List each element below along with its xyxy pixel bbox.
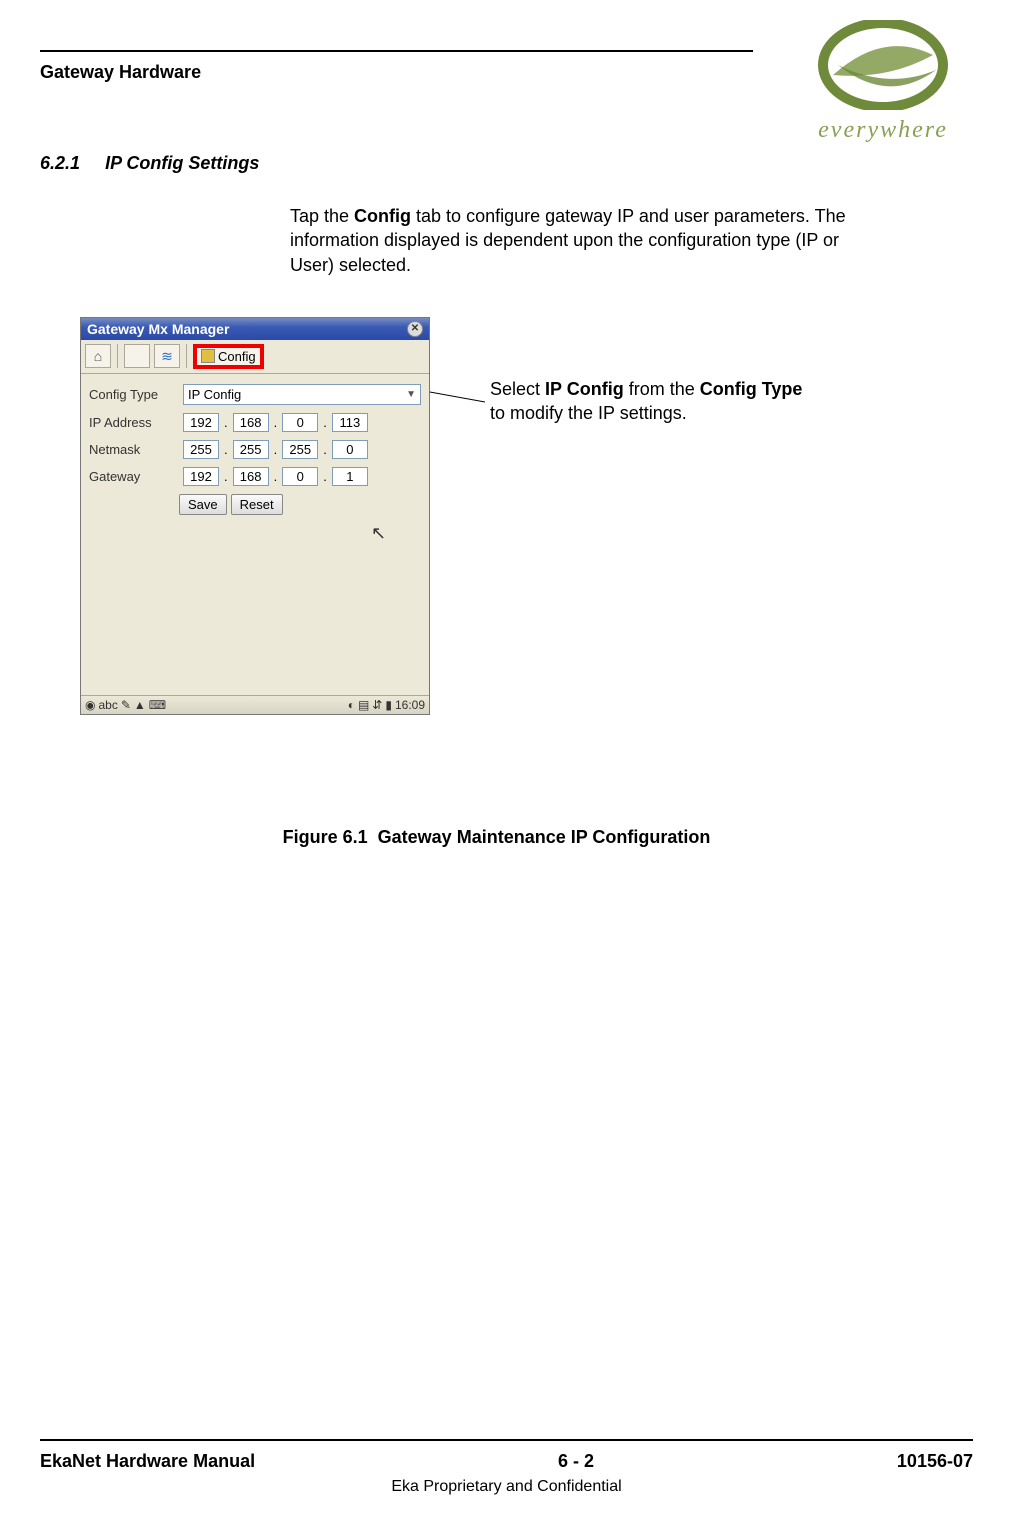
netmask-octet-3[interactable]: 255: [282, 440, 318, 459]
footer-doc-title: EkaNet Hardware Manual: [40, 1451, 255, 1472]
figure-label: Figure 6.1: [283, 827, 368, 847]
intro-paragraph: Tap the Config tab to configure gateway …: [290, 204, 873, 277]
chevron-down-icon: ▼: [406, 389, 416, 400]
app-window: Gateway Mx Manager ✕ ⌂ ≋ Config Config T…: [80, 317, 430, 715]
cursor-icon: ↖: [371, 523, 386, 544]
figure-area: Gateway Mx Manager ✕ ⌂ ≋ Config Config T…: [40, 317, 953, 817]
config-tab[interactable]: Config: [193, 344, 264, 369]
toolbar-separator: [117, 344, 118, 368]
gw-octet-3[interactable]: 0: [282, 467, 318, 486]
toolbar-home-button[interactable]: ⌂: [85, 344, 111, 368]
ip-octet-4[interactable]: 113: [332, 413, 368, 432]
footer-confidential: Eka Proprietary and Confidential: [40, 1478, 973, 1496]
figure-title: Gateway Maintenance IP Configuration: [378, 827, 711, 847]
callout-text: Select IP Config from the Config Type to…: [490, 377, 940, 426]
footer-doc-id: 10156-07: [897, 1451, 973, 1472]
gateway-label: Gateway: [89, 469, 179, 484]
config-type-value: IP Config: [188, 387, 241, 402]
save-button[interactable]: Save: [179, 494, 227, 515]
start-icon[interactable]: ◉: [85, 698, 95, 712]
wifi-icon[interactable]: ≋: [154, 344, 180, 368]
pen-icon[interactable]: ✎: [121, 698, 131, 712]
page-footer: EkaNet Hardware Manual 6 - 2 10156-07 Ek…: [40, 1439, 973, 1496]
gw-octet-1[interactable]: 192: [183, 467, 219, 486]
logo-swirl-icon: [818, 20, 948, 110]
ip-octet-3[interactable]: 0: [282, 413, 318, 432]
titlebar: Gateway Mx Manager ✕: [81, 318, 429, 340]
footer-page-number: 6 - 2: [558, 1451, 594, 1472]
netmask-octet-1[interactable]: 255: [183, 440, 219, 459]
window-title: Gateway Mx Manager: [87, 321, 229, 337]
config-type-label: Config Type: [89, 387, 179, 402]
reset-button[interactable]: Reset: [231, 494, 283, 515]
keyboard-icon[interactable]: ⌨: [149, 698, 166, 712]
close-icon[interactable]: ✕: [407, 321, 423, 337]
status-icon: ◐: [348, 698, 355, 712]
section-title: IP Config Settings: [105, 153, 259, 173]
ip-address-label: IP Address: [89, 415, 179, 430]
config-type-combo[interactable]: IP Config ▼: [183, 384, 421, 405]
footer-rule: [40, 1439, 973, 1441]
ime-label[interactable]: abc: [98, 698, 117, 712]
ip-octet-2[interactable]: 168: [233, 413, 269, 432]
page-header-title: Gateway Hardware: [40, 62, 201, 83]
toolbar-blank-button[interactable]: [124, 344, 150, 368]
brand-logo: everywhere: [793, 20, 973, 144]
logo-text: everywhere: [793, 117, 973, 144]
clock: 16:09: [395, 698, 425, 712]
ip-octet-1[interactable]: 192: [183, 413, 219, 432]
config-tab-icon: [201, 349, 215, 363]
netmask-octet-2[interactable]: 255: [233, 440, 269, 459]
up-icon[interactable]: ▲: [134, 698, 146, 712]
config-tab-label: Config: [218, 349, 256, 364]
netmask-label: Netmask: [89, 442, 179, 457]
gw-octet-2[interactable]: 168: [233, 467, 269, 486]
figure-caption: Figure 6.1 Gateway Maintenance IP Config…: [40, 827, 953, 848]
doc-icon: ▤: [358, 698, 369, 712]
section-number: 6.2.1: [40, 153, 80, 173]
gw-octet-4[interactable]: 1: [332, 467, 368, 486]
toolbar: ⌂ ≋ Config: [81, 340, 429, 374]
netmask-octet-4[interactable]: 0: [332, 440, 368, 459]
toolbar-separator: [186, 344, 187, 368]
section-heading: 6.2.1 IP Config Settings: [40, 153, 953, 174]
net-icon: ⇵: [372, 698, 382, 712]
taskbar: ◉ abc ✎ ▲ ⌨ ◐ ▤ ⇵ ▮ 16:09: [81, 695, 429, 714]
header-rule: [40, 50, 753, 52]
battery-icon: ▮: [385, 698, 392, 712]
